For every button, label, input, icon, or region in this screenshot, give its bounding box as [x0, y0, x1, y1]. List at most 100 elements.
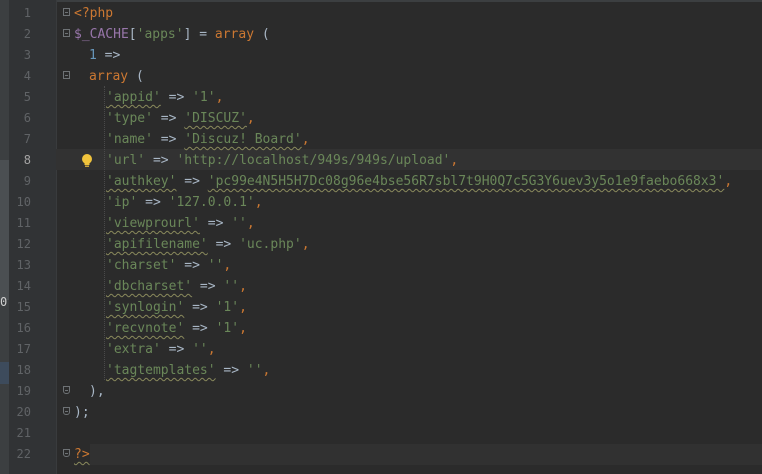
line-number[interactable]: 2: [9, 24, 31, 45]
code-line-12[interactable]: 12 'apifilename' => 'uc.php',: [0, 234, 762, 255]
array-value: '': [192, 342, 208, 357]
array-key: 'type': [106, 111, 153, 126]
fold-marker-icon[interactable]: [63, 71, 70, 79]
code-line-10[interactable]: 10 'ip' => '127.0.0.1',: [0, 192, 762, 213]
paren: (: [128, 69, 144, 84]
code-text: 'extra' => '',: [106, 339, 216, 360]
array-key: 'viewprourl': [106, 216, 200, 231]
line-number[interactable]: 11: [9, 213, 31, 234]
fold-marker-icon[interactable]: [63, 386, 70, 394]
array-value: '1': [215, 300, 240, 315]
line-number[interactable]: 6: [9, 108, 31, 129]
line-number[interactable]: 19: [9, 381, 31, 402]
fold-marker-icon[interactable]: [63, 8, 70, 16]
arrow-operator: =>: [215, 363, 247, 378]
line-number[interactable]: 15: [9, 297, 31, 318]
line-number[interactable]: 18: [9, 360, 31, 381]
line-number[interactable]: 21: [9, 423, 31, 444]
array-keyword: array: [214, 27, 255, 42]
code-line-20[interactable]: 20 );: [0, 402, 762, 423]
array-value: '': [231, 216, 247, 231]
arrow-operator: =>: [160, 90, 193, 105]
array-value: '1': [192, 90, 216, 105]
code-text: 'recvnote' => '1',: [106, 318, 247, 339]
code-line-22[interactable]: 22 ?>: [0, 444, 762, 465]
string-key: 'apps': [136, 27, 184, 42]
array-key: 'dbcharset': [106, 279, 193, 294]
code-line-16[interactable]: 16 'recvnote' => '1',: [0, 318, 762, 339]
array-key: 'name': [106, 132, 153, 147]
code-line-4[interactable]: 4 array (: [0, 66, 762, 87]
code-line-11[interactable]: 11 'viewprourl' => '',: [0, 213, 762, 234]
array-key: 'url': [106, 153, 146, 168]
code-line-14[interactable]: 14 'dbcharset' => '',: [0, 276, 762, 297]
fold-marker-icon[interactable]: [63, 449, 70, 457]
line-number[interactable]: 9: [9, 171, 31, 192]
cache-variable: $_CACHE: [74, 27, 129, 42]
line-number[interactable]: 7: [9, 129, 31, 150]
line-number[interactable]: 10: [9, 192, 31, 213]
code-text: 'name' => 'Discuz! Board',: [106, 129, 310, 150]
code-line-9[interactable]: 9 'authkey' => 'pc99e4N5H5H7Dc08g96e4bse…: [0, 171, 762, 192]
arrow-operator: =>: [184, 300, 216, 315]
array-value: '': [207, 258, 224, 273]
line-number[interactable]: 16: [9, 318, 31, 339]
code-line-7[interactable]: 7 'name' => 'Discuz! Board',: [0, 129, 762, 150]
inner-array-close: ),: [89, 384, 105, 399]
code-line-1[interactable]: 1 <?php: [0, 3, 762, 24]
code-line-18[interactable]: 18 'tagtemplates' => '',: [0, 360, 762, 381]
code-line-19[interactable]: 19 ),: [0, 381, 762, 402]
paren: (: [254, 27, 270, 42]
code-text: 'type' => 'DISCUZ',: [106, 108, 255, 129]
line-number[interactable]: 4: [9, 66, 31, 87]
comma: ,: [246, 111, 255, 126]
line-number[interactable]: 14: [9, 276, 31, 297]
comma: ,: [262, 363, 271, 378]
array-key: 'appid': [106, 90, 161, 105]
comma: ,: [239, 300, 247, 315]
code-line-3[interactable]: 3 1 =>: [0, 45, 762, 66]
arrow-operator: =>: [207, 237, 240, 252]
comma: ,: [207, 342, 216, 357]
fold-marker-icon[interactable]: [63, 407, 70, 415]
code-text: 'charset' => '',: [106, 255, 231, 276]
php-open-tag: <?php: [74, 6, 114, 21]
comma: ,: [450, 153, 459, 168]
code-line-5[interactable]: 5 'appid' => '1',: [0, 87, 762, 108]
number-literal: 1: [89, 48, 97, 63]
code-line-6[interactable]: 6 'type' => 'DISCUZ',: [0, 108, 762, 129]
code-editor[interactable]: 0 1 <?php 2 $_CACHE['apps'] = array ( 3 …: [0, 0, 762, 474]
code-line-13[interactable]: 13 'charset' => '',: [0, 255, 762, 276]
code-line-17[interactable]: 17 'extra' => '',: [0, 339, 762, 360]
lightbulb-icon[interactable]: [80, 153, 94, 168]
fold-marker-icon[interactable]: [63, 29, 70, 37]
line-number[interactable]: 1: [9, 3, 31, 24]
code-line-2[interactable]: 2 $_CACHE['apps'] = array (: [0, 24, 762, 45]
array-value: '127.0.0.1': [168, 195, 255, 210]
code-line-21[interactable]: 21: [0, 423, 762, 444]
outer-array-close: );: [74, 405, 90, 420]
array-value: 'DISCUZ': [184, 111, 247, 126]
line-number[interactable]: 5: [9, 87, 31, 108]
comma: ,: [223, 258, 232, 273]
arrow-operator: =>: [160, 342, 193, 357]
code-line-15[interactable]: 15 'synlogin' => '1',: [0, 297, 762, 318]
arrow-operator: =>: [96, 48, 121, 63]
comma: ,: [301, 237, 310, 252]
line-number[interactable]: 22: [9, 444, 31, 465]
code-line-8[interactable]: 8 'url' => 'http://localhost/949s/949s/u…: [0, 150, 762, 171]
line-number[interactable]: 3: [9, 45, 31, 66]
code-text: 'synlogin' => '1',: [106, 297, 247, 318]
line-number[interactable]: 17: [9, 339, 31, 360]
arrow-operator: =>: [145, 153, 177, 168]
line-number-active[interactable]: 8: [9, 150, 31, 171]
line-number[interactable]: 13: [9, 255, 31, 276]
line-number[interactable]: 20: [9, 402, 31, 423]
code-text: 1 =>: [89, 45, 120, 66]
code-text: 'tagtemplates' => '',: [106, 360, 270, 381]
comma: ,: [246, 216, 255, 231]
code-text: 'appid' => '1',: [106, 87, 223, 108]
line-number[interactable]: 12: [9, 234, 31, 255]
assign-operator: =: [191, 27, 215, 42]
arrow-operator: =>: [176, 258, 208, 273]
